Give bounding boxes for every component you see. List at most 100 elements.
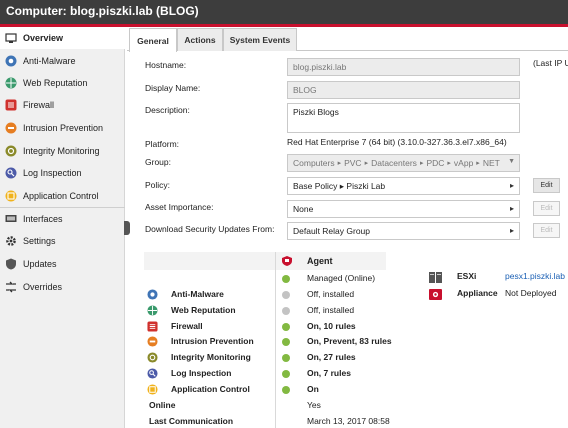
page-title: Computer: blog.piszki.lab (BLOG) [6,4,199,18]
breadcrumb-item: Computers [293,158,335,168]
module-row-anti-malware: Anti-Malware [147,288,407,302]
module-status: Off, installed [307,289,355,299]
description-field[interactable]: Piszki Blogs [287,103,520,133]
appliance-value: Not Deployed [505,288,557,298]
intrusion-prevention-icon [147,336,158,347]
policy-label: Policy: [145,180,171,190]
sidebar-item-web-reputation[interactable]: Web Reputation [0,72,125,94]
module-row-web-reputation: Web Reputation [147,304,407,318]
module-status-dot [282,386,290,394]
download-updates-label: Download Security Updates From: [145,224,275,234]
policy-select[interactable]: Base Policy ▸ Piszki Lab [287,177,520,195]
platform-label: Platform: [145,139,180,149]
module-name: Anti-Malware [171,289,224,299]
agent-status-dot [282,275,290,283]
module-status: On, Prevent, 83 rules [307,336,392,346]
sidebar-item-firewall[interactable]: Firewall [0,94,125,116]
appliance-icon [429,289,442,300]
sidebar: Overview Anti-Malware Web Reputation Fir… [0,27,125,428]
sidebar-item-anti-malware[interactable]: Anti-Malware [0,50,125,72]
module-status: On, 7 rules [307,368,351,378]
breadcrumb-separator-icon: ▸ [364,160,369,167]
agent-status-text: Managed (Online) [307,273,376,283]
sidebar-item-label: Log Inspection [23,168,82,178]
integrity-monitoring-icon [5,145,17,157]
agent-title: Agent [307,256,333,266]
esxi-host-link[interactable]: pesx1.piszki.lab [505,271,565,281]
module-row-firewall: Firewall [147,320,407,334]
sidebar-item-label: Interfaces [23,214,63,224]
policy-edit-button[interactable]: Edit [533,178,560,193]
module-name: Intrusion Prevention [171,336,254,346]
module-status-dot [282,370,290,378]
sidebar-item-label: Updates [23,259,57,269]
esxi-label: ESXi [457,271,477,281]
module-status-dot [282,354,290,362]
application-control-icon [147,384,158,395]
asset-edit-button[interactable]: Edit [533,201,560,216]
overview-icon [5,33,17,43]
sidebar-item-label: Overview [23,33,64,43]
sidebar-item-label: Intrusion Prevention [23,123,104,133]
appliance-label: Appliance [457,288,498,298]
log-inspection-icon [5,167,17,179]
sidebar-item-label: Anti-Malware [23,56,76,66]
sidebar-item-intrusion-prevention[interactable]: Intrusion Prevention [0,117,125,139]
title-prefix: Computer: [6,4,67,18]
sidebar-item-settings[interactable]: Settings [0,230,125,252]
firewall-icon [147,321,158,332]
agent-header-bar [144,252,386,270]
hostname-field[interactable]: blog.piszki.lab [287,58,520,76]
sidebar-item-overrides[interactable]: Overrides [0,276,125,298]
module-name: Application Control [171,384,250,394]
download-edit-button[interactable]: Edit [533,223,560,238]
module-status: On, 27 rules [307,352,356,362]
web-reputation-icon [147,305,158,316]
sidebar-item-label: Overrides [23,282,63,292]
sidebar-item-integrity-monitoring[interactable]: Integrity Monitoring [0,140,125,162]
group-breadcrumb[interactable]: Computers ▸ PVC ▸ Datacenters ▸ PDC ▸ vApp ▸ … [287,154,520,172]
module-status-dot [282,338,290,346]
sidebar-item-interfaces[interactable]: Interfaces [0,208,125,230]
tab-actions[interactable]: Actions [177,28,223,51]
integrity-monitoring-icon [147,352,158,363]
sidebar-item-updates[interactable]: Updates [0,253,125,275]
module-status-dot [282,307,290,315]
sidebar-item-label: Integrity Monitoring [23,146,100,156]
module-status-dot [282,323,290,331]
chevron-down-icon: ▼ [508,158,515,165]
breadcrumb-item: vApp [453,158,474,168]
sidebar-item-label: Application Control [23,191,99,201]
module-name: Web Reputation [171,305,236,315]
breadcrumb-item: PDC [426,158,445,168]
tab-general[interactable]: General [129,28,177,52]
asset-importance-select[interactable]: None [287,200,520,218]
firewall-icon [5,99,17,111]
gear-icon [6,236,16,246]
sidebar-item-application-control[interactable]: Application Control [0,185,125,207]
online-label: Online [149,400,176,410]
sidebar-item-overview[interactable]: Overview [0,27,125,49]
display-name-label: Display Name: [145,83,201,93]
display-name-field[interactable]: BLOG [287,81,520,99]
asset-importance-label: Asset Importance: [145,202,214,212]
breadcrumb-separator-icon: ▸ [419,160,424,167]
sidebar-item-label: Web Reputation [23,78,88,88]
module-name: Log Inspection [171,368,232,378]
last-ip-label: (Last IP U [533,58,568,68]
log-inspection-icon [147,368,158,379]
breadcrumb-separator-icon: ▸ [447,160,451,167]
hostname-label: Hostname: [145,60,187,70]
interfaces-icon [5,215,17,222]
last-communication-label: Last Communication [149,416,234,426]
tab-system-events[interactable]: System Events [223,28,297,51]
module-name: Integrity Monitoring [171,352,251,362]
application-control-icon [5,190,17,202]
module-status: Off, installed [307,305,355,315]
tab-bar: General Actions System Events [127,27,568,52]
download-updates-select[interactable]: Default Relay Group [287,222,520,240]
group-label: Group: [145,157,171,167]
description-label: Description: [145,105,190,115]
updates-icon [6,258,16,270]
sidebar-item-log-inspection[interactable]: Log Inspection [0,162,125,184]
